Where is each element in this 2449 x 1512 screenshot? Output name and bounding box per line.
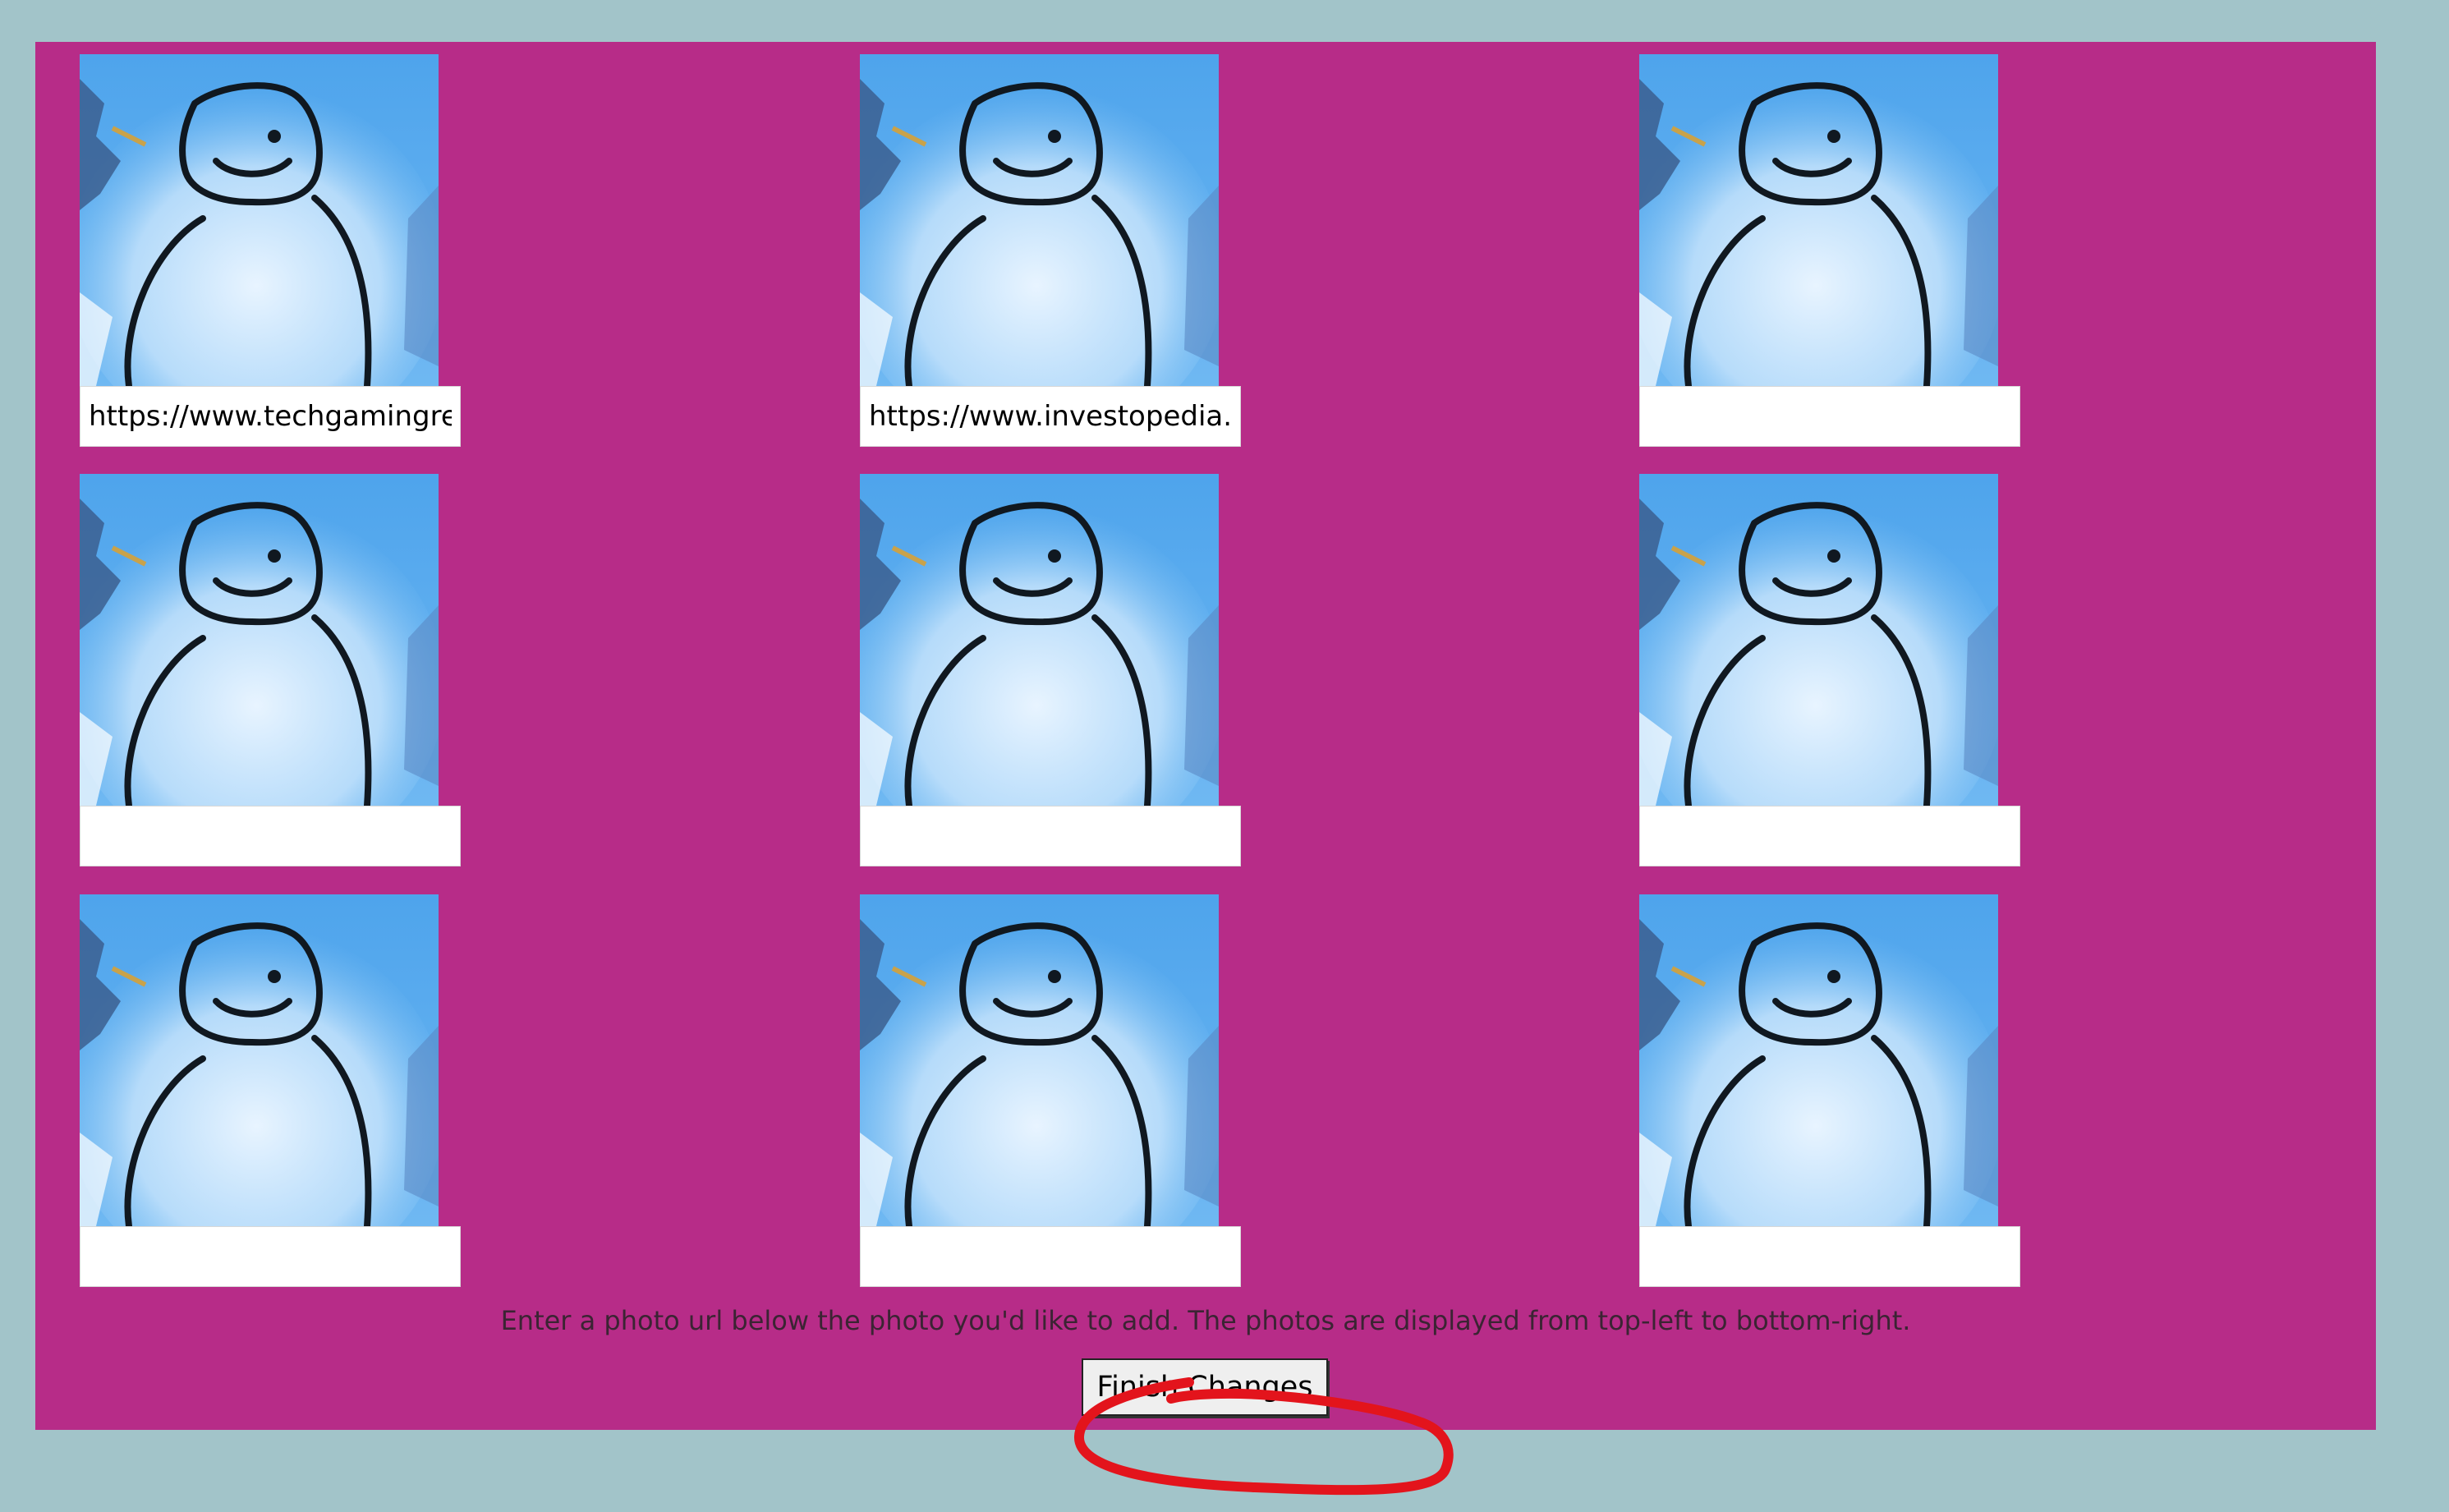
- photo-url-input[interactable]: [860, 806, 1241, 866]
- photo-image: [860, 474, 1219, 806]
- photo-image: [80, 54, 439, 386]
- photo-image: [860, 54, 1219, 386]
- photo-url-input[interactable]: [1639, 386, 2020, 447]
- photo-tile: [80, 474, 461, 866]
- photo-image: [1639, 474, 1998, 806]
- photo-url-input[interactable]: [860, 1226, 1241, 1287]
- photo-url-input[interactable]: [80, 1226, 461, 1287]
- photo-editor-panel: Enter a photo url below the photo you'd …: [35, 42, 2376, 1496]
- photo-image: [860, 894, 1219, 1226]
- finish-changes-button[interactable]: Finish Changes: [1082, 1358, 1328, 1416]
- photo-url-input[interactable]: [1639, 806, 2020, 866]
- photo-tile: [1639, 54, 2020, 447]
- photo-image: [80, 474, 439, 806]
- photo-tile: [860, 894, 1241, 1287]
- photo-image: [80, 894, 439, 1226]
- photo-url-input[interactable]: [860, 386, 1241, 447]
- photo-tile: [80, 894, 461, 1287]
- instructions-text: Enter a photo url below the photo you'd …: [500, 1305, 1911, 1336]
- photo-image: [1639, 54, 1998, 386]
- photo-image: [1639, 894, 1998, 1226]
- photo-url-input[interactable]: [80, 386, 461, 447]
- photo-url-input[interactable]: [80, 806, 461, 866]
- photo-tile: [860, 54, 1241, 447]
- photo-tile: [1639, 894, 2020, 1287]
- photo-tile: [1639, 474, 2020, 866]
- photo-url-input[interactable]: [1639, 1226, 2020, 1287]
- photo-tile: [80, 54, 461, 447]
- photo-tile: [860, 474, 1241, 866]
